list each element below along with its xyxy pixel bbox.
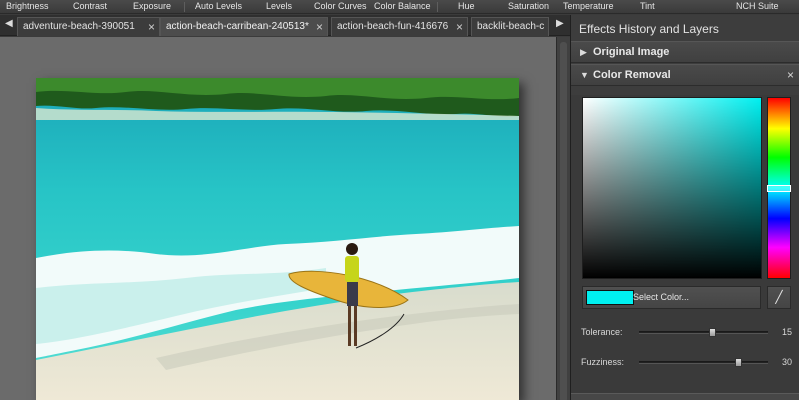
scrollbar-thumb[interactable]: [560, 42, 567, 400]
tab-label: action-beach-carribean-240513*: [166, 21, 309, 32]
photo-image: [36, 78, 519, 400]
fuzziness-label: Fuzziness:: [581, 357, 625, 367]
menu-color-curves[interactable]: Color Curves: [314, 1, 367, 11]
menu-temperature[interactable]: Temperature: [563, 1, 614, 11]
tolerance-value: 15: [781, 327, 792, 337]
tab-close-icon[interactable]: ×: [456, 18, 463, 36]
hue-slider[interactable]: [767, 97, 791, 279]
color-removal-settings: Select Color... ╱ Tolerance: 15 Fuzzines…: [571, 95, 799, 400]
menu-exposure[interactable]: Exposure: [133, 1, 171, 11]
tab-label: action-beach-fun-416676: [337, 21, 449, 32]
close-icon[interactable]: ×: [787, 68, 794, 82]
menu-separator: [184, 2, 185, 12]
eyedropper-button[interactable]: ╱: [767, 286, 791, 309]
menu-nch-suite[interactable]: NCH Suite: [736, 1, 779, 11]
expand-arrow-icon: ▶: [580, 47, 587, 57]
next-effect-row[interactable]: [571, 393, 799, 400]
menu-levels[interactable]: Levels: [266, 1, 292, 11]
menu-separator: [437, 2, 438, 12]
select-color-label: Select Color...: [633, 292, 690, 302]
collapse-arrow-icon: ▼: [580, 70, 589, 80]
menu-color-balance[interactable]: Color Balance: [374, 1, 431, 11]
document-tab-bar: ◀ adventure-beach-390051 × action-beach-…: [0, 15, 570, 36]
tab-action-beach-carribean[interactable]: action-beach-carribean-240513* ×: [160, 17, 328, 36]
tab-scroll-left-icon[interactable]: ◀: [5, 18, 13, 29]
color-removal-label: Color Removal: [593, 69, 671, 81]
tab-scroll-right-icon[interactable]: ▶: [556, 18, 564, 29]
tolerance-slider-thumb[interactable]: [709, 328, 716, 337]
photo-editor-window: Brightness Contrast Exposure Auto Levels…: [0, 0, 799, 400]
tab-label: backlit-beach-c: [477, 21, 545, 32]
tab-close-icon[interactable]: ×: [316, 18, 323, 36]
effects-history-panel: Effects History and Layers ▶ Original Im…: [570, 15, 799, 400]
fuzziness-slider-thumb[interactable]: [735, 358, 742, 367]
select-color-button[interactable]: Select Color...: [582, 286, 761, 309]
tab-label: adventure-beach-390051: [23, 21, 135, 32]
menu-brightness[interactable]: Brightness: [6, 1, 49, 11]
fuzziness-slider[interactable]: [639, 358, 768, 367]
tab-close-icon[interactable]: ×: [148, 18, 155, 36]
menu-contrast[interactable]: Contrast: [73, 1, 107, 11]
selected-color-swatch: [586, 290, 634, 305]
eyedropper-icon: ╱: [775, 290, 783, 304]
fuzziness-value: 30: [781, 357, 792, 367]
menu-saturation[interactable]: Saturation: [508, 1, 549, 11]
menu-hue[interactable]: Hue: [458, 1, 475, 11]
saturation-value-picker[interactable]: [582, 97, 762, 279]
color-removal-row[interactable]: ▼ Color Removal ×: [571, 64, 799, 86]
menu-auto-levels[interactable]: Auto Levels: [195, 1, 242, 11]
beach-surfer-photo[interactable]: [36, 78, 519, 400]
original-image-row[interactable]: ▶ Original Image: [571, 41, 799, 63]
tab-backlit-beach[interactable]: backlit-beach-c: [471, 17, 549, 36]
canvas-vertical-scrollbar[interactable]: [556, 37, 570, 400]
tab-adventure-beach[interactable]: adventure-beach-390051 ×: [17, 17, 160, 36]
tolerance-slider[interactable]: [639, 328, 768, 337]
menu-tint[interactable]: Tint: [640, 1, 655, 11]
original-image-label: Original Image: [593, 46, 670, 58]
tolerance-label: Tolerance:: [581, 327, 623, 337]
effects-toolbar: Brightness Contrast Exposure Auto Levels…: [0, 0, 799, 14]
tab-action-beach-fun[interactable]: action-beach-fun-416676 ×: [331, 17, 468, 36]
panel-title: Effects History and Layers: [579, 22, 719, 36]
hue-marker[interactable]: [767, 185, 791, 192]
